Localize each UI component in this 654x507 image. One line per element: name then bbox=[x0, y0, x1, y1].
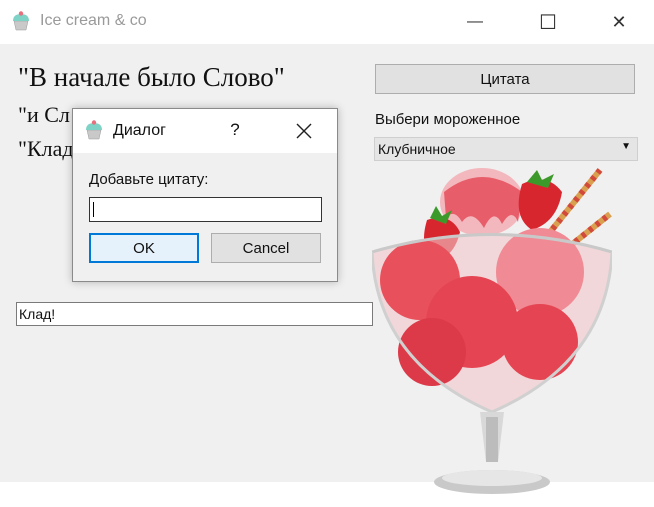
minimize-button[interactable]: — bbox=[452, 0, 498, 44]
ok-button[interactable]: OK bbox=[89, 233, 199, 263]
quote-text-field[interactable]: Клад! bbox=[16, 302, 373, 326]
text-caret bbox=[93, 202, 94, 217]
ice-cream-select-label: Выбери мороженное bbox=[375, 111, 521, 128]
dialog-close-button[interactable] bbox=[289, 118, 319, 144]
add-quote-dialog: Диалог ? Добавьте цитату: OK Cancel bbox=[72, 108, 338, 282]
quote-input-label: Добавьте цитату: bbox=[89, 171, 209, 188]
help-button[interactable]: ? bbox=[225, 120, 245, 140]
cupcake-icon bbox=[86, 120, 102, 140]
dialog-title-bar: Диалог ? bbox=[73, 109, 337, 153]
cupcake-icon bbox=[13, 11, 29, 31]
maximize-button[interactable]: ☐ bbox=[525, 0, 571, 44]
dropdown-arrow-icon: ▼ bbox=[621, 141, 631, 152]
quote-button[interactable]: Цитата bbox=[375, 64, 635, 94]
title-bar: Ice cream & co — ☐ ✕ bbox=[0, 0, 654, 44]
ice-cream-select[interactable]: Клубничное ▼ bbox=[374, 137, 638, 161]
dialog-title: Диалог bbox=[113, 122, 166, 139]
cancel-button[interactable]: Cancel bbox=[211, 233, 321, 263]
quote-line-1: "В начале было Слово" bbox=[18, 62, 285, 92]
quote-input[interactable] bbox=[89, 197, 322, 222]
select-value: Клубничное bbox=[378, 141, 456, 157]
window-title: Ice cream & co bbox=[40, 12, 147, 29]
close-button[interactable]: ✕ bbox=[596, 0, 642, 44]
close-icon bbox=[296, 123, 312, 139]
quote-line-2: "и Сл bbox=[18, 102, 70, 127]
quote-line-3: "Клад bbox=[18, 136, 74, 161]
ice-cream-sundae-image bbox=[372, 168, 612, 494]
